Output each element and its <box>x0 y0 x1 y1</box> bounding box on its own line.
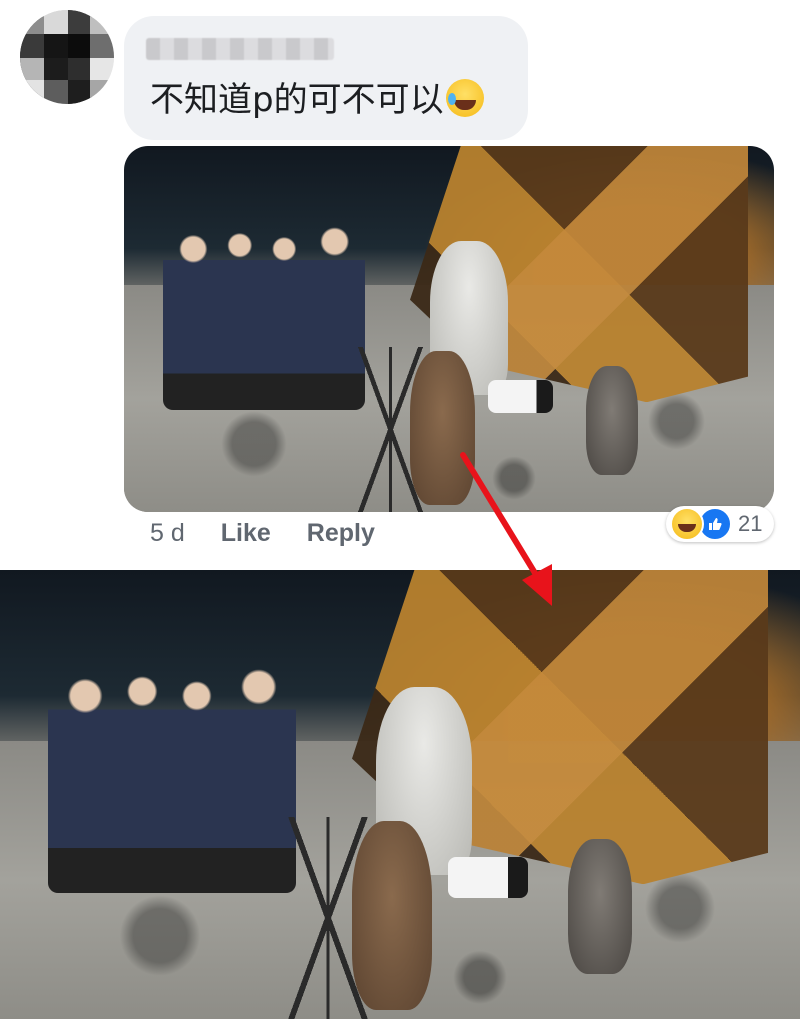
camera-lens <box>448 857 528 898</box>
commenter-name-blurred[interactable] <box>146 38 334 60</box>
camera-lens <box>488 380 553 414</box>
comment-timestamp[interactable]: 5 d <box>150 519 185 548</box>
comment-photo[interactable] <box>124 146 774 512</box>
raccoon-animal <box>585 365 638 476</box>
reply-button[interactable]: Reply <box>307 519 375 548</box>
comment-body: 不知道p的可不可以 <box>150 80 444 120</box>
avatar[interactable] <box>20 10 114 104</box>
raccoon-animal <box>568 839 632 975</box>
comment-bubble: 不知道p的可不可以 <box>124 16 528 140</box>
reaction-count: 21 <box>738 511 763 536</box>
enlarged-photo <box>0 570 800 1019</box>
like-button[interactable]: Like <box>221 519 271 548</box>
comment-actions: 5 d Like Reply <box>150 516 375 550</box>
bear-animal <box>352 821 432 1011</box>
group-of-people <box>48 668 296 894</box>
comment-text: 不知道p的可不可以 <box>150 78 484 122</box>
group-of-people <box>163 226 365 410</box>
bear-animal <box>410 350 475 505</box>
reaction-summary[interactable]: 21 <box>666 506 774 542</box>
haha-reaction-icon <box>670 507 704 541</box>
tears-of-joy-emoji-icon <box>445 79 484 117</box>
